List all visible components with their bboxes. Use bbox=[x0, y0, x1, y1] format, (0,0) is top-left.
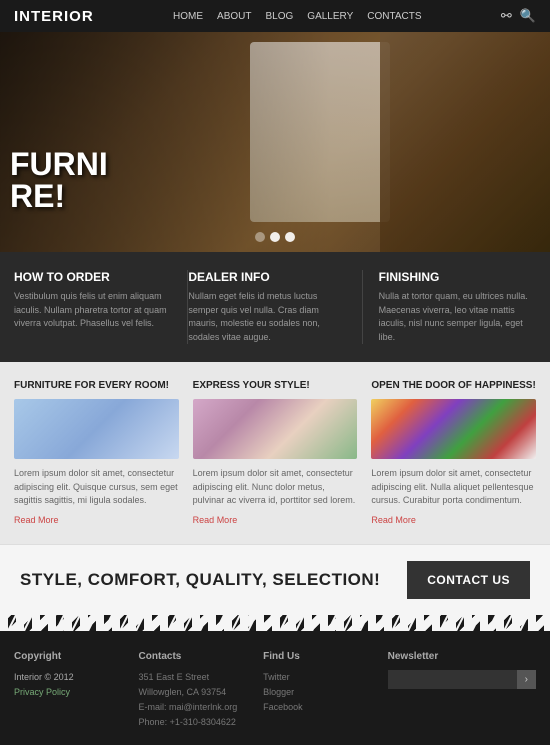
footer-newsletter-heading: Newsletter bbox=[388, 651, 536, 662]
read-more-2[interactable]: Read More bbox=[193, 515, 238, 525]
feature-col-3-text: Lorem ipsum dolor sit amet, consectetur … bbox=[371, 467, 536, 508]
footer-find-us-heading: Find Us bbox=[263, 651, 378, 662]
footer-email: E-mail: mai@interlnk.org bbox=[139, 700, 254, 715]
feature-col-3-title: OPEN THE DOOR OF HAPPINESS! bbox=[371, 380, 536, 391]
hero-line1: FURNI bbox=[10, 148, 108, 180]
info-strip: HOW TO ORDER Vestibulum quis felis ut en… bbox=[0, 252, 550, 362]
footer-blogger-link[interactable]: Blogger bbox=[263, 685, 378, 700]
info-col-order-text: Vestibulum quis felis ut enim aliquam ia… bbox=[14, 290, 171, 331]
feature-img-1 bbox=[14, 399, 179, 459]
feature-col-1-title: FURNITURE FOR EVERY ROOM! bbox=[14, 380, 179, 391]
info-col-dealer: DEALER INFO Nullam eget felis id metus l… bbox=[188, 270, 362, 344]
hero-dot-1[interactable] bbox=[255, 232, 265, 242]
nav-home[interactable]: HOME bbox=[173, 11, 203, 22]
newsletter-input[interactable] bbox=[388, 670, 517, 689]
cta-text: STYLE, COMFORT, QUALITY, SELECTION! bbox=[20, 570, 380, 590]
footer-address: 351 East E Street bbox=[139, 670, 254, 685]
zigzag-divider bbox=[0, 615, 550, 631]
feature-col-2-text: Lorem ipsum dolor sit amet, consectetur … bbox=[193, 467, 358, 508]
feature-col-1-text: Lorem ipsum dolor sit amet, consectetur … bbox=[14, 467, 179, 508]
hero-overlay bbox=[0, 32, 550, 252]
nav-icons: ⚯ 🔍 bbox=[501, 8, 536, 24]
feature-img-2 bbox=[193, 399, 358, 459]
info-col-finishing-text: Nulla at tortor quam, eu ultrices nulla.… bbox=[379, 290, 536, 344]
feature-img-3 bbox=[371, 399, 536, 459]
hero-dot-2[interactable] bbox=[270, 232, 280, 242]
footer-city: Willowglen, CA 93754 bbox=[139, 685, 254, 700]
search-icon[interactable]: 🔍 bbox=[520, 8, 536, 24]
info-col-dealer-text: Nullam eget felis id metus luctus semper… bbox=[188, 290, 345, 344]
info-col-finishing-title: FINISHING bbox=[379, 270, 536, 284]
footer-contacts-heading: Contacts bbox=[139, 651, 254, 662]
hero-line2: RE! bbox=[10, 180, 108, 212]
info-col-order-title: HOW TO ORDER bbox=[14, 270, 171, 284]
info-col-finishing: FINISHING Nulla at tortor quam, eu ultri… bbox=[363, 270, 536, 344]
nav-blog[interactable]: BLOG bbox=[266, 11, 294, 22]
info-col-order: HOW TO ORDER Vestibulum quis felis ut en… bbox=[14, 270, 188, 344]
feature-col-2: EXPRESS YOUR STYLE! Lorem ipsum dolor si… bbox=[193, 380, 358, 526]
footer-find-us: Find Us Twitter Blogger Facebook bbox=[263, 651, 378, 731]
info-col-dealer-title: DEALER INFO bbox=[188, 270, 345, 284]
contact-us-button[interactable]: CONTACT US bbox=[407, 561, 530, 599]
features-section: FURNITURE FOR EVERY ROOM! Lorem ipsum do… bbox=[0, 362, 550, 544]
hero-dots bbox=[255, 232, 295, 242]
nav-gallery[interactable]: GALLERY bbox=[307, 11, 353, 22]
footer-copyright-heading: Copyright bbox=[14, 651, 129, 662]
feature-col-3: OPEN THE DOOR OF HAPPINESS! Lorem ipsum … bbox=[371, 380, 536, 526]
nav-contacts[interactable]: CONTACTS bbox=[367, 11, 421, 22]
nav-about[interactable]: ABOUT bbox=[217, 11, 251, 22]
hero-section: FURNI RE! bbox=[0, 32, 550, 252]
nav-menu: HOME ABOUT BLOG GALLERY CONTACTS bbox=[173, 11, 421, 22]
footer-phone: Phone: +1-310-8304622 bbox=[139, 715, 254, 730]
read-more-3[interactable]: Read More bbox=[371, 515, 416, 525]
feature-col-1: FURNITURE FOR EVERY ROOM! Lorem ipsum do… bbox=[14, 380, 179, 526]
footer-newsletter: Newsletter › bbox=[388, 651, 536, 731]
footer-copyright: Copyright Interior © 2012 Privacy Policy bbox=[14, 651, 129, 731]
newsletter-submit-button[interactable]: › bbox=[517, 670, 536, 689]
hero-dot-3[interactable] bbox=[285, 232, 295, 242]
hero-text: FURNI RE! bbox=[10, 148, 108, 212]
cta-strip: STYLE, COMFORT, QUALITY, SELECTION! CONT… bbox=[0, 544, 550, 615]
user-icon[interactable]: ⚯ bbox=[501, 8, 512, 24]
footer-twitter-link[interactable]: Twitter bbox=[263, 670, 378, 685]
footer: Copyright Interior © 2012 Privacy Policy… bbox=[0, 631, 550, 745]
read-more-1[interactable]: Read More bbox=[14, 515, 59, 525]
footer-privacy-link[interactable]: Privacy Policy bbox=[14, 685, 129, 700]
newsletter-input-row: › bbox=[388, 670, 536, 689]
navbar: INTERIOR HOME ABOUT BLOG GALLERY CONTACT… bbox=[0, 0, 550, 32]
footer-contacts: Contacts 351 East E Street Willowglen, C… bbox=[139, 651, 254, 731]
footer-facebook-link[interactable]: Facebook bbox=[263, 700, 378, 715]
brand-logo: INTERIOR bbox=[14, 8, 94, 25]
feature-col-2-title: EXPRESS YOUR STYLE! bbox=[193, 380, 358, 391]
footer-brand-link[interactable]: Interior © 2012 bbox=[14, 670, 129, 685]
